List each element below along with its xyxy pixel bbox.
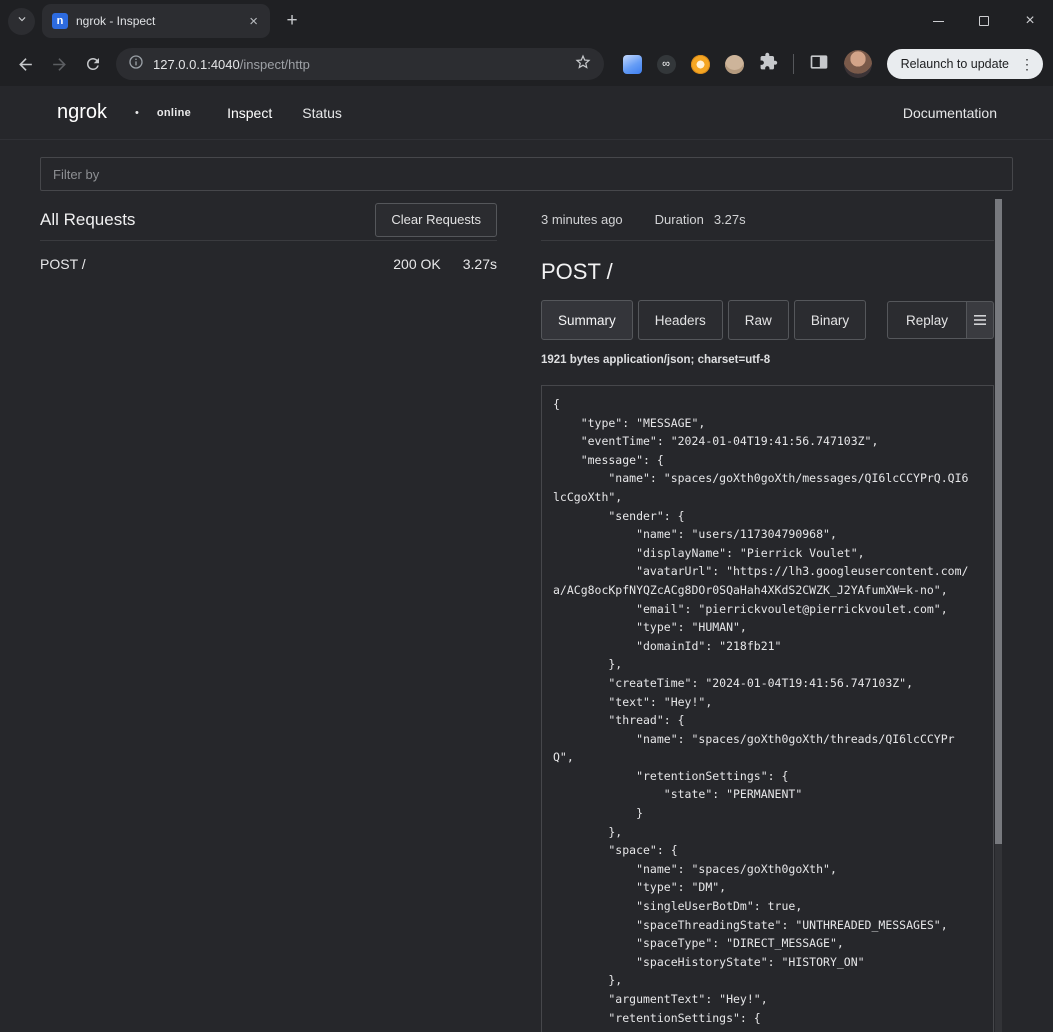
new-tab-button[interactable]: + — [278, 7, 306, 35]
close-button[interactable]: × — [1007, 0, 1053, 42]
request-body-block: { "type": "MESSAGE", "eventTime": "2024-… — [541, 385, 994, 1032]
tab-close-icon[interactable]: × — [247, 13, 260, 30]
url-path: /inspect/http — [240, 57, 310, 72]
toolbar-divider — [793, 54, 794, 74]
time-ago: 3 minutes ago — [541, 212, 623, 227]
extension-icon-orange[interactable] — [691, 55, 710, 74]
tab-summary[interactable]: Summary — [541, 300, 633, 340]
kebab-menu-icon[interactable]: ⋮ — [1016, 53, 1038, 75]
requests-panel-header: All Requests Clear Requests — [40, 199, 497, 241]
back-arrow-icon — [16, 55, 35, 74]
extensions-puzzle-icon[interactable] — [759, 52, 778, 76]
status-separator-dot: • — [135, 107, 139, 119]
url-text: 127.0.0.1:4040/inspect/http — [153, 57, 310, 72]
window-controls: × — [915, 0, 1053, 42]
ngrok-favicon: n — [52, 13, 68, 29]
profile-avatar[interactable] — [844, 50, 872, 78]
reload-icon — [84, 55, 102, 73]
forward-button[interactable] — [42, 47, 76, 81]
toolbar-right-cluster: ∞ Relaunch to update ⋮ — [623, 49, 1045, 79]
columns: All Requests Clear Requests POST / 200 O… — [40, 199, 1013, 1032]
duration-group: Duration 3.27s — [655, 212, 746, 227]
maximize-button[interactable] — [961, 0, 1007, 42]
request-status: 200 OK — [393, 256, 440, 272]
side-panel-icon[interactable] — [809, 52, 829, 77]
replay-menu-button[interactable] — [967, 301, 994, 339]
request-method-path: POST / — [40, 256, 86, 272]
content-meta: 1921 bytes application/json; charset=utf… — [541, 354, 994, 366]
panel-scrollbar[interactable] — [995, 199, 1002, 1032]
hamburger-menu-icon — [974, 315, 986, 325]
relaunch-button[interactable]: Relaunch to update ⋮ — [887, 49, 1043, 79]
detail-tabs-row: Summary Headers Raw Binary Replay — [541, 300, 994, 340]
app-content: All Requests Clear Requests POST / 200 O… — [0, 140, 1053, 1032]
relaunch-label: Relaunch to update — [901, 57, 1009, 71]
duration-label: Duration — [655, 212, 704, 227]
nav-item-inspect[interactable]: Inspect — [227, 105, 272, 121]
tab-binary[interactable]: Binary — [794, 300, 866, 340]
request-row[interactable]: POST / 200 OK 3.27s — [40, 241, 497, 287]
site-info-icon[interactable] — [128, 54, 144, 75]
extension-icon-1[interactable] — [623, 55, 642, 74]
back-button[interactable] — [8, 47, 42, 81]
online-status: online — [157, 107, 191, 119]
tab-headers[interactable]: Headers — [638, 300, 723, 340]
duration-value: 3.27s — [714, 212, 746, 227]
scrollbar-thumb[interactable] — [995, 199, 1002, 844]
app-header: ngrok • online Inspect Status Documentat… — [0, 86, 1053, 140]
omnibox[interactable]: 127.0.0.1:4040/inspect/http — [116, 48, 604, 80]
url-host: 127.0.0.1:4040 — [153, 57, 240, 72]
documentation-link[interactable]: Documentation — [903, 105, 997, 121]
browser-window: n ngrok - Inspect × + × 127.0.0.1:4040/i… — [0, 0, 1053, 1032]
nav-item-status[interactable]: Status — [302, 105, 342, 121]
browser-tab[interactable]: n ngrok - Inspect × — [42, 4, 270, 38]
filter-input[interactable] — [40, 157, 1013, 191]
detail-panel: 3 minutes ago Duration 3.27s POST / Summ… — [541, 199, 1013, 1032]
requests-panel: All Requests Clear Requests POST / 200 O… — [40, 199, 497, 1032]
clear-requests-button[interactable]: Clear Requests — [375, 203, 497, 237]
replay-button[interactable]: Replay — [887, 301, 967, 339]
all-requests-title: All Requests — [40, 210, 135, 230]
request-row-right: 200 OK 3.27s — [393, 256, 497, 272]
chevron-down-icon — [15, 12, 29, 31]
request-duration: 3.27s — [463, 256, 497, 272]
detail-title: POST / — [541, 259, 994, 285]
minimize-button[interactable] — [915, 0, 961, 42]
replay-group: Replay — [887, 301, 994, 339]
detail-meta-row: 3 minutes ago Duration 3.27s — [541, 199, 994, 241]
tab-raw[interactable]: Raw — [728, 300, 789, 340]
extension-icon-tan[interactable] — [725, 55, 744, 74]
reload-button[interactable] — [76, 47, 110, 81]
tab-strip: n ngrok - Inspect × + × — [0, 0, 1053, 42]
forward-arrow-icon — [50, 55, 69, 74]
ngrok-app: ngrok • online Inspect Status Documentat… — [0, 86, 1053, 1032]
tab-title: ngrok - Inspect — [76, 14, 239, 28]
tab-search-button[interactable] — [8, 8, 35, 35]
ngrok-logo: ngrok — [57, 101, 107, 124]
browser-toolbar: 127.0.0.1:4040/inspect/http ∞ Relaunch t… — [0, 42, 1053, 86]
bookmark-star-icon[interactable] — [574, 53, 592, 76]
extension-icon-goggles[interactable]: ∞ — [657, 55, 676, 74]
request-body-json: { "type": "MESSAGE", "eventTime": "2024-… — [553, 395, 982, 1027]
